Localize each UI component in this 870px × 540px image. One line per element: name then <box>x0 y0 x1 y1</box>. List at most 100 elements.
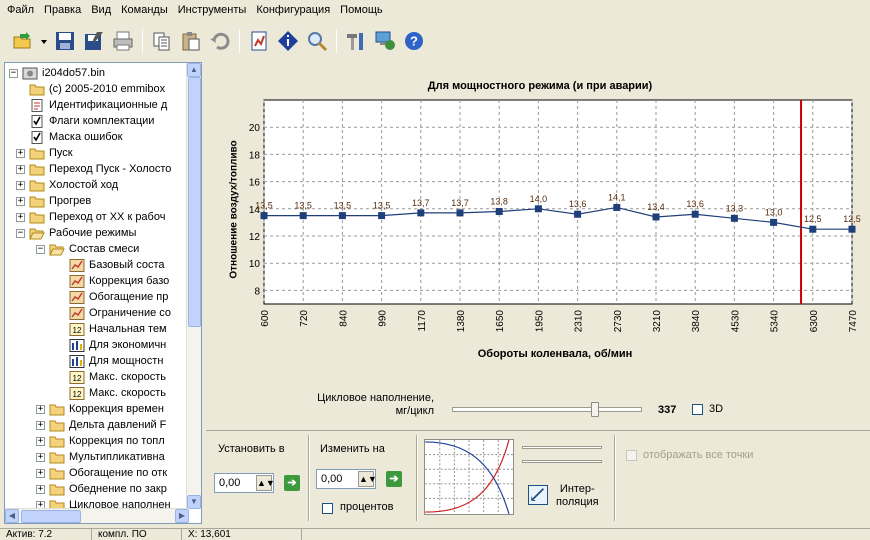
3d-checkbox[interactable] <box>692 404 703 415</box>
menu-item-0[interactable]: Файл <box>2 1 39 19</box>
tree-vertical-scrollbar[interactable]: ▲ ▼ <box>186 63 201 509</box>
change-value-spinner[interactable]: 0,00 ▲▼ <box>316 469 377 489</box>
expand-icon[interactable]: + <box>16 180 25 190</box>
table-icon <box>69 274 85 288</box>
show-all-checkbox[interactable] <box>626 449 637 461</box>
collapse-icon[interactable]: − <box>9 68 18 78</box>
network-icon[interactable] <box>372 28 398 54</box>
undo-icon[interactable] <box>207 28 233 54</box>
data-label: 13,3 <box>726 203 744 213</box>
copy-icon[interactable] <box>149 28 175 54</box>
tree-item[interactable]: + Мультипликативна <box>36 449 165 465</box>
tree-item[interactable]: Для мощностн <box>69 353 163 369</box>
tree-item[interactable]: + Дельта давлений F <box>36 417 166 433</box>
scroll-left-icon[interactable]: ◀ <box>5 509 19 523</box>
tree-item[interactable]: + Холостой ход <box>16 177 118 193</box>
tree-item[interactable]: 12 Макс. скорость <box>69 385 166 401</box>
slider-track <box>452 407 642 412</box>
y-tick-label: 16 <box>249 178 261 189</box>
help-icon[interactable]: ? <box>401 28 427 54</box>
scroll-right-icon[interactable]: ▶ <box>175 509 189 523</box>
expand-icon[interactable]: + <box>36 404 45 414</box>
tree-item[interactable]: + Обеднение по закр <box>36 481 167 497</box>
tree-item[interactable]: − Состав смеси <box>36 241 139 257</box>
tree-item[interactable]: Флаги комплектации <box>29 113 154 129</box>
tree-item[interactable]: (c) 2005-2010 emmibox <box>29 81 165 97</box>
expand-icon[interactable]: + <box>36 420 45 430</box>
tree-item[interactable]: 12 Макс. скорость <box>69 369 166 385</box>
value-icon: 12 <box>69 322 85 336</box>
print-icon[interactable] <box>110 28 136 54</box>
expand-icon[interactable]: + <box>36 436 45 446</box>
expand-icon[interactable]: + <box>16 148 25 158</box>
svg-text:12: 12 <box>73 374 82 383</box>
tree-item[interactable]: Идентификационные д <box>29 97 167 113</box>
apply-set-button[interactable]: ➔ <box>284 475 300 491</box>
slider-knob[interactable] <box>591 402 599 417</box>
percent-checkbox[interactable] <box>322 503 333 514</box>
data-label: 13,5 <box>255 201 273 211</box>
scroll-down-icon[interactable]: ▼ <box>187 495 201 509</box>
tree-item[interactable]: + Прогрев <box>16 193 91 209</box>
search-icon[interactable] <box>304 28 330 54</box>
interpolation-button[interactable] <box>528 485 548 505</box>
tree-item-label: Базовый соста <box>89 259 165 271</box>
expand-icon[interactable]: + <box>16 164 25 174</box>
collapse-icon[interactable]: − <box>16 228 25 238</box>
tree-item[interactable]: Маска ошибок <box>29 129 122 145</box>
open-icon[interactable] <box>10 28 36 54</box>
apply-change-button[interactable]: ➔ <box>386 471 402 487</box>
x-tick-label: 6300 <box>809 310 820 333</box>
tree-item[interactable]: + Коррекция времен <box>36 401 164 417</box>
menu-item-3[interactable]: Команды <box>116 1 173 19</box>
tree-item[interactable]: Коррекция базо <box>69 273 169 289</box>
tree-item-label: Ограничение со <box>89 307 172 319</box>
tree-item[interactable]: + Коррекция по топл <box>36 433 165 449</box>
interp-slider-1[interactable] <box>522 443 602 453</box>
tree-item[interactable]: Базовый соста <box>69 257 164 273</box>
expand-icon[interactable]: + <box>16 196 25 206</box>
spinner-arrows-icon[interactable]: ▲▼ <box>358 471 377 487</box>
menu-item-4[interactable]: Инструменты <box>173 1 252 19</box>
tree-item[interactable]: + Обогащение по отк <box>36 465 167 481</box>
expand-icon[interactable]: + <box>36 452 45 462</box>
menu-item-2[interactable]: Вид <box>86 1 116 19</box>
scroll-up-icon[interactable]: ▲ <box>187 63 201 77</box>
interp-slider-2[interactable] <box>522 457 602 467</box>
menu-item-1[interactable]: Правка <box>39 1 86 19</box>
menu-item-6[interactable]: Помощь <box>335 1 388 19</box>
tree-item[interactable]: + Переход Пуск - Холосто <box>16 161 171 177</box>
dropdown-arrow-icon[interactable] <box>39 28 49 54</box>
set-value-spinner[interactable]: 0,00 ▲▼ <box>214 473 275 493</box>
info-icon[interactable] <box>275 28 301 54</box>
expand-icon[interactable]: + <box>36 468 45 478</box>
fill-slider[interactable] <box>450 402 646 418</box>
spinner-arrows-icon[interactable]: ▲▼ <box>256 475 275 491</box>
save-icon[interactable] <box>52 28 78 54</box>
report-icon[interactable] <box>246 28 272 54</box>
expand-icon[interactable]: + <box>16 212 25 222</box>
tree-item[interactable]: Обогащение пр <box>69 289 168 305</box>
air-fuel-chart[interactable]: 600 720 840 990 1170 1380 1650 1950 2310 2730 3210… <box>210 64 870 354</box>
data-point <box>652 213 660 221</box>
tree-item[interactable]: 12 Начальная тем <box>69 321 167 337</box>
tree-item[interactable]: − Рабочие режимы <box>16 225 136 241</box>
collapse-icon[interactable]: − <box>36 244 45 254</box>
scroll-thumb[interactable] <box>21 510 81 523</box>
project-tree[interactable]: − i204do57.bin (c) 2005-2010 emmibox Иден… <box>4 62 202 524</box>
tools-icon[interactable] <box>343 28 369 54</box>
menu-item-5[interactable]: Конфигурация <box>251 1 335 19</box>
scroll-thumb[interactable] <box>188 77 201 327</box>
tree-item[interactable]: + Переход от ХХ к рабоч <box>16 209 165 225</box>
tree-root[interactable]: − i204do57.bin <box>9 65 105 81</box>
save-as-icon[interactable] <box>81 28 107 54</box>
show-all-points[interactable]: отображать все точки <box>626 449 753 461</box>
tree-item[interactable]: Ограничение со <box>69 305 171 321</box>
tree-item[interactable]: + Пуск <box>16 145 73 161</box>
expand-icon[interactable]: + <box>36 484 45 494</box>
tree-item[interactable]: Для экономичн <box>69 337 166 353</box>
tree-horizontal-scrollbar[interactable]: ◀ ▶ <box>5 508 189 523</box>
tree-item-label: Макс. скорость <box>89 371 167 383</box>
paste-icon[interactable] <box>178 28 204 54</box>
tree-item-label: Состав смеси <box>69 243 140 255</box>
